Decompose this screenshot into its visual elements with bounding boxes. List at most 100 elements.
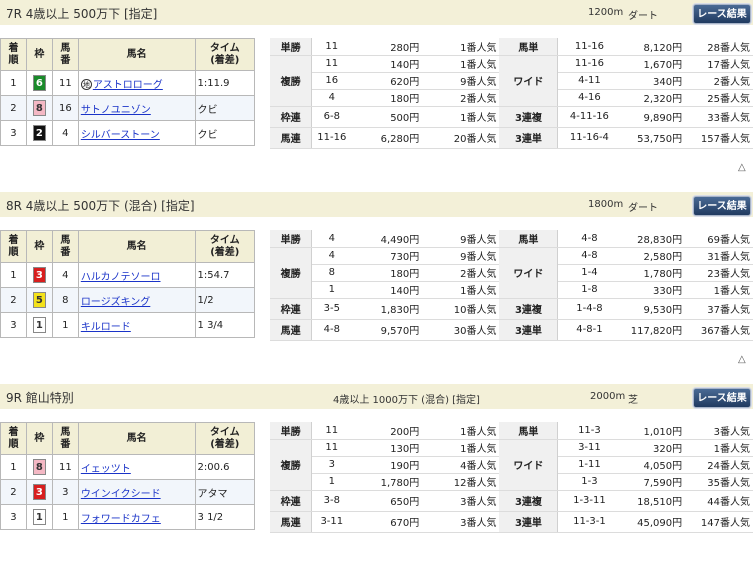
bet-type: 複勝 [270,438,313,491]
table-row: 3 1 1 フォワードカフェ 3 1/2 [0,504,256,530]
finish-rank: 1 [0,262,27,288]
horse-number: 11 [51,454,79,480]
combination: 4-16 [557,89,621,107]
col-name: 馬名 [77,422,196,455]
bet-type: 3連単 [499,318,559,341]
horse-name-link[interactable]: ハルカノテソーロ [81,272,161,283]
payout-row: 馬連 3-11 670円 3番人気 3連単 11-3-1 45,090円 147番人気 [270,510,753,533]
horse-name-link[interactable]: サトノユニゾン [81,105,151,116]
table-row: 1 6 11 地アストロローグ 1:11.9 [0,70,256,96]
combination: 11-3-1 [557,510,621,533]
horse-name-cell: キルロード [77,312,196,338]
scroll-top-icon[interactable]: △ [738,354,746,365]
popularity: 20番人気 [422,126,500,149]
horse-name-link[interactable]: イェッツト [81,464,131,475]
popularity: 1番人気 [422,422,500,440]
popularity: 9番人気 [422,246,500,265]
horse-name-cell: ハルカノテソーロ [77,262,196,288]
payout-amount: 7,590円 [620,473,686,491]
payout-amount: 180円 [351,264,423,282]
popularity: 10番人気 [422,297,500,320]
payout-amount: 4,050円 [620,456,686,474]
results-header-row: 着 順枠馬 番馬名 タイム (着差) [0,38,256,71]
race-title: 8R 4歳以上 500万下 (混合) [指定] [6,199,195,213]
waku-badge: 5 [32,292,46,308]
col-name: 馬名 [77,230,196,263]
horse-name-cell: シルバーストーン [77,120,196,146]
col-waku: 枠 [25,38,53,71]
payout-amount: 340円 [620,72,686,90]
combination: 11 [311,38,352,56]
bet-type: 馬連 [270,510,313,533]
payout-amount: 8,120円 [620,38,686,56]
payout-row: 枠連 6-8 500円 1番人気 3連複 4-11-16 9,890円 33番人気 [270,105,753,128]
popularity: 33番人気 [685,105,753,128]
race-section-7R: 7R 4歳以上 500万下 [指定] 1200m ダート レース結果着 順枠馬 番馬名… [0,0,753,190]
horse-name-link[interactable]: フォワードカフェ [81,514,161,525]
waku-badge: 3 [32,267,46,283]
race-section-8R: 8R 4歳以上 500万下 (混合) [指定] 1800m ダート レース結果着 順枠… [0,192,753,382]
horse-number: 1 [51,504,79,530]
col-time: タイム (着差) [194,38,256,71]
payout-row: 単勝 4 4,490円 9番人気 馬単 4-8 28,830円 69番人気 [270,230,753,248]
popularity: 367番人気 [685,318,753,341]
popularity: 4番人気 [422,456,500,474]
combination: 4-11 [557,72,621,90]
finish-rank: 3 [0,504,27,530]
finish-time: 2:00.6 [194,454,256,480]
horse-name-link[interactable]: シルバーストーン [81,130,160,141]
finish-time: 1/2 [194,287,256,313]
race-section-9R: 9R 館山特別 4歳以上 1000万下 (混合) [指定] 2000m 芝 レース結果着… [0,384,753,574]
payout-amount: 45,090円 [620,510,686,533]
combination: 11 [311,54,352,73]
combination: 3 [311,456,352,474]
race-result-button[interactable]: レース結果 [693,388,751,408]
finish-rank: 1 [0,454,27,480]
payout-amount: 53,750円 [620,126,686,149]
combination: 3-11 [311,510,352,533]
table-row: 2 3 3 ウインイクシード アタマ [0,479,256,505]
popularity: 2番人気 [685,72,753,90]
popularity: 28番人気 [685,38,753,56]
combination: 4-8 [311,318,352,341]
race-result-button[interactable]: レース結果 [693,4,751,24]
popularity: 2番人気 [422,264,500,282]
race-conditions: 4歳以上 1000万下 (混合) [指定] [333,395,480,406]
waku-badge: 3 [32,484,46,500]
race-result-button[interactable]: レース結果 [693,196,751,216]
payout-row: 馬連 11-16 6,280円 20番人気 3連単 11-16-4 53,750円 157番人… [270,126,753,149]
popularity: 44番人気 [685,489,753,512]
payout-amount: 1,780円 [351,473,423,491]
race-title: 9R 館山特別 [6,391,74,405]
table-row: 1 8 11 イェッツト 2:00.6 [0,454,256,480]
bet-type: ワイド [499,246,559,299]
race-surface: 芝 [628,395,638,406]
col-uma: 馬 番 [51,38,79,71]
payout-amount: 9,530円 [620,297,686,320]
bet-type: 複勝 [270,54,313,107]
horse-name-link[interactable]: ウインイクシード [81,489,161,500]
combination: 11 [311,438,352,457]
popularity: 1番人気 [422,105,500,128]
payout-amount: 130円 [351,438,423,457]
bet-type: 馬単 [499,422,559,440]
race-header: 8R 4歳以上 500万下 (混合) [指定] 1800m ダート レース結果 [0,192,753,217]
payout-row: 複勝 11 130円 1番人気 ワイド 3-11 320円 1番人気 [270,438,753,491]
horse-name-link[interactable]: キルロード [81,322,131,333]
payout-amount: 1,010円 [620,422,686,440]
horse-name-link[interactable]: アストロローグ [93,80,163,91]
table-row: 3 2 4 シルバーストーン クビ [0,120,256,146]
col-rank: 着 順 [0,422,27,455]
horse-name-link[interactable]: ロージズキング [81,297,151,308]
popularity: 157番人気 [685,126,753,149]
finish-time: クビ [194,95,256,121]
horse-name-cell: サトノユニゾン [77,95,196,121]
combination: 1-11 [557,456,621,474]
bet-type: 単勝 [270,38,313,56]
bet-type: ワイド [499,438,559,491]
finish-rank: 3 [0,120,27,146]
results-table: 着 順枠馬 番馬名 タイム (着差) 1 3 4 ハルカノテソーロ 1:54.7 2 5 8 ロージ… [0,230,256,338]
payout-amount: 730円 [351,246,423,265]
scroll-top-icon[interactable]: △ [738,162,746,173]
col-rank: 着 順 [0,38,27,71]
